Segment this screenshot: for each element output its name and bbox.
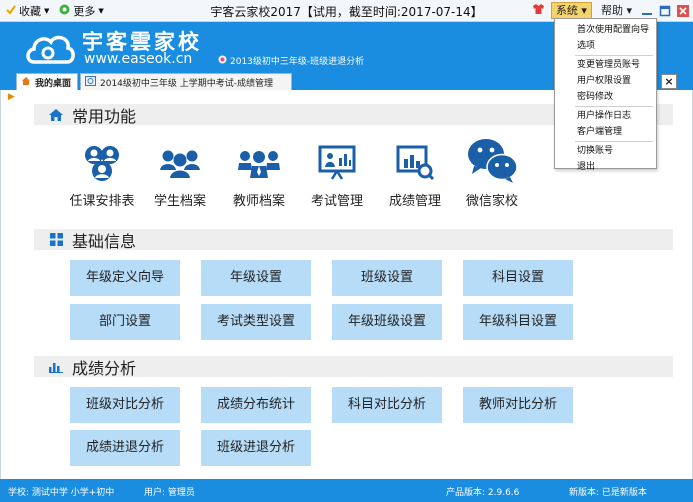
maximize-icon[interactable]	[659, 5, 671, 17]
tab-my-desktop[interactable]: 我的桌面	[16, 73, 78, 90]
more-label: 更多	[73, 5, 96, 18]
menu-divider	[575, 106, 653, 107]
close-tab-button[interactable]: ×	[661, 74, 677, 89]
menu-item-client-management[interactable]: 客户端管理	[555, 124, 656, 140]
section-title: 成绩分析	[72, 358, 137, 378]
menu-divider	[575, 141, 653, 142]
feature-teacher-assignment[interactable]: 任课安排表	[66, 142, 138, 209]
system-menu[interactable]: 系统 ▾	[550, 2, 592, 19]
students-icon	[158, 146, 202, 183]
grade-class-settings-button[interactable]: 年级班级设置	[332, 304, 442, 340]
tab-label: 我的桌面	[35, 78, 72, 89]
menu-item-options[interactable]: 选项	[555, 38, 656, 54]
feature-score-management[interactable]: 成绩管理	[379, 142, 451, 209]
grade-settings-button[interactable]: 年级设置	[201, 260, 311, 296]
feature-exam-management[interactable]: 考试管理	[301, 142, 373, 209]
class-settings-button[interactable]: 班级设置	[332, 260, 442, 296]
feature-label: 教师档案	[232, 194, 285, 209]
expand-sidebar-icon[interactable]: ▶	[8, 92, 16, 102]
menu-item-change-admin[interactable]: 变更管理员账号	[555, 57, 656, 73]
menu-item-user-permissions[interactable]: 用户权限设置	[555, 73, 656, 89]
bar-chart-icon	[44, 361, 68, 373]
feature-teacher-records[interactable]: 教师档案	[223, 142, 295, 209]
minimize-icon[interactable]	[641, 5, 653, 17]
checkmark-icon	[6, 4, 16, 18]
current-context: 2013级初中三年级-班级进退分析	[218, 54, 364, 67]
section-score-analysis: 成绩分析	[34, 356, 673, 378]
wechat-icon	[466, 136, 518, 187]
favorites-button[interactable]: 收藏 ▼	[6, 3, 49, 19]
cloud-logo-icon	[24, 28, 76, 71]
system-dropdown-menu: 首次使用配置向导 选项 变更管理员账号 用户权限设置 密码修改 用户操作日志 客…	[554, 18, 657, 172]
teachers-icon	[236, 146, 282, 183]
exam-board-icon	[318, 145, 356, 184]
feature-label: 微信家校	[465, 194, 518, 209]
more-button[interactable]: 更多 ▼	[59, 3, 104, 19]
page-icon	[85, 75, 96, 89]
home-icon	[44, 108, 68, 122]
brand-domain: www.easeok.cn	[84, 51, 193, 67]
feature-label: 学生档案	[153, 194, 206, 209]
menu-item-change-password[interactable]: 密码修改	[555, 89, 656, 105]
section-basic-info: 基础信息	[34, 229, 673, 251]
teacher-assignment-icon	[82, 143, 122, 186]
class-progress-button[interactable]: 班级进退分析	[201, 430, 311, 466]
skin-icon[interactable]	[532, 3, 545, 18]
feature-label: 成绩管理	[388, 194, 441, 209]
section-title: 基础信息	[72, 231, 137, 251]
status-bar: 学校: 测试中学 小学+初中 用户: 管理员 产品版本: 2.9.6.6 新版本…	[0, 479, 693, 502]
chevron-down-icon: ▼	[44, 7, 50, 15]
chevron-down-icon: ▼	[98, 7, 104, 15]
feature-student-records[interactable]: 学生档案	[144, 142, 216, 209]
feature-wechat[interactable]: 微信家校	[456, 136, 528, 209]
close-icon[interactable]	[677, 4, 689, 17]
grade-definition-wizard-button[interactable]: 年级定义向导	[70, 260, 180, 296]
status-latest: 新版本: 已是新版本	[569, 488, 647, 498]
grade-subject-settings-button[interactable]: 年级科目设置	[463, 304, 573, 340]
score-chart-icon	[396, 145, 435, 184]
help-menu[interactable]: 帮助 ▾	[598, 2, 635, 19]
menu-item-first-use-wizard[interactable]: 首次使用配置向导	[555, 22, 656, 38]
subject-settings-button[interactable]: 科目设置	[463, 260, 573, 296]
apps-icon	[59, 4, 70, 18]
score-progress-button[interactable]: 成绩进退分析	[70, 430, 180, 466]
menu-item-operation-log[interactable]: 用户操作日志	[555, 108, 656, 124]
score-distribution-button[interactable]: 成绩分布统计	[201, 387, 311, 423]
tab-exam-score-management[interactable]: 2014级初中三年级 上学期中考试-成绩管理	[80, 73, 292, 90]
subject-comparison-button[interactable]: 科目对比分析	[332, 387, 442, 423]
current-context-label: 2013级初中三年级-班级进退分析	[230, 57, 365, 67]
section-title: 常用功能	[72, 106, 137, 126]
department-settings-button[interactable]: 部门设置	[70, 304, 180, 340]
context-icon	[218, 55, 227, 67]
exam-type-settings-button[interactable]: 考试类型设置	[201, 304, 311, 340]
status-user: 用户: 管理员	[144, 488, 195, 498]
menu-item-switch-account[interactable]: 切换账号	[555, 143, 656, 159]
teacher-comparison-button[interactable]: 教师对比分析	[463, 387, 573, 423]
grid-icon	[44, 233, 68, 246]
feature-label: 考试管理	[310, 194, 363, 209]
class-comparison-button[interactable]: 班级对比分析	[70, 387, 180, 423]
feature-label: 任课安排表	[69, 194, 135, 209]
home-icon	[21, 76, 31, 89]
favorites-label: 收藏	[19, 5, 41, 18]
status-version: 产品版本: 2.9.6.6	[446, 488, 520, 498]
menu-item-exit[interactable]: 退出	[555, 159, 656, 175]
tab-label: 2014级初中三年级 上学期中考试-成绩管理	[100, 78, 274, 89]
menu-divider	[575, 55, 653, 56]
status-school: 学校: 测试中学 小学+初中	[8, 488, 115, 498]
